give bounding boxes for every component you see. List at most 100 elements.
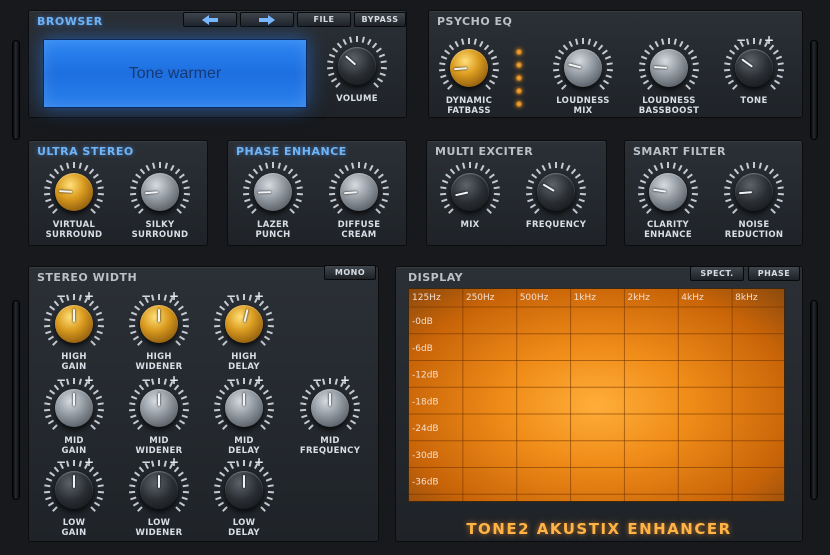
knob-dial[interactable]: [723, 161, 785, 223]
mid-delay-knob[interactable]: − + MID DELAY: [213, 373, 275, 456]
knob-cap[interactable]: [564, 49, 602, 87]
tone-knob[interactable]: − + TONE: [723, 34, 785, 106]
browser-panel: BROWSER FILE BYPASS Tone warmer VOLUME: [28, 10, 407, 118]
knob-pointer: [343, 191, 358, 195]
loudness-mix-knob[interactable]: LOUDNESS MIX: [552, 37, 614, 116]
noise-reduction-knob[interactable]: NOISE REDUCTION: [723, 161, 785, 240]
virtual-surround-knob[interactable]: VIRTUAL SURROUND: [43, 161, 105, 240]
knob-cap[interactable]: [140, 305, 178, 343]
knob-dial[interactable]: [242, 161, 304, 223]
clarity-enhance-knob[interactable]: CLARITY ENHANCE: [637, 161, 699, 240]
knob-cap[interactable]: [537, 173, 575, 211]
mid-frequency-knob[interactable]: − + MID FREQUENCY: [299, 373, 361, 456]
knob-cap[interactable]: [141, 173, 179, 211]
file-button[interactable]: FILE: [297, 12, 351, 27]
knob-cap[interactable]: [225, 389, 263, 427]
knob-dial[interactable]: [129, 161, 191, 223]
knob-dial[interactable]: − +: [43, 290, 105, 355]
low-delay-knob[interactable]: − + LOW DELAY: [213, 456, 275, 538]
knob-dial[interactable]: − +: [43, 456, 105, 521]
phase-button[interactable]: PHASE: [748, 266, 800, 281]
volume-knob[interactable]: VOLUME: [326, 35, 388, 104]
silky-surround-knob[interactable]: SILKY SURROUND: [129, 161, 191, 240]
knob-label-line2: WIDENER: [135, 362, 183, 372]
knob-dial[interactable]: − +: [299, 373, 361, 439]
prev-preset-button[interactable]: [183, 12, 237, 27]
knob-dial[interactable]: − +: [128, 374, 190, 439]
mid-gain-knob[interactable]: − + MID GAIN: [43, 373, 105, 456]
knob-pointer: [243, 475, 245, 488]
exciter-mix-knob[interactable]: MIX: [439, 161, 501, 230]
low-widener-knob[interactable]: − + LOW WIDENER: [128, 456, 190, 538]
knob-cap[interactable]: [735, 173, 773, 211]
plus-icon: +: [339, 373, 350, 387]
knob-cap[interactable]: [140, 389, 178, 427]
knob-dial[interactable]: − +: [213, 290, 275, 355]
knob-dial[interactable]: − +: [213, 456, 275, 521]
knob-cap[interactable]: [55, 305, 93, 343]
knob-cap[interactable]: [649, 173, 687, 211]
knob-label-line2: GAIN: [61, 528, 87, 538]
knob-cap[interactable]: [140, 471, 178, 509]
knob-dial[interactable]: − +: [128, 456, 190, 521]
minus-icon: −: [141, 289, 152, 303]
freq-label: 250Hz: [466, 293, 495, 303]
knob-cap[interactable]: [311, 389, 349, 427]
knob-pointer: [158, 475, 160, 488]
dynamic-fatbass-knob[interactable]: DYNAMIC FATBASS: [438, 37, 500, 116]
knob-dial[interactable]: [438, 37, 500, 99]
knob-cap[interactable]: [225, 305, 263, 343]
knob-cap[interactable]: [55, 389, 93, 427]
bypass-button[interactable]: BYPASS: [354, 12, 406, 27]
knob-dial[interactable]: − +: [128, 289, 190, 355]
knob-cap[interactable]: [225, 471, 263, 509]
freq-label: 125Hz: [412, 293, 441, 303]
freq-label: 4kHz: [681, 293, 704, 303]
db-label: -36dB: [412, 478, 439, 488]
knob-dial[interactable]: [326, 35, 388, 97]
ultra-stereo-title: ULTRA STEREO: [37, 145, 134, 158]
knob-cap[interactable]: [254, 173, 292, 211]
lazer-punch-knob[interactable]: LAZER PUNCH: [242, 161, 304, 240]
left-rail-bottom: [12, 300, 20, 500]
knob-cap[interactable]: [451, 173, 489, 211]
knob-cap[interactable]: [55, 173, 93, 211]
plus-icon: +: [253, 373, 264, 387]
knob-label-line2: BASSBOOST: [638, 106, 700, 116]
knob-cap[interactable]: [338, 47, 376, 85]
knob-dial[interactable]: − +: [723, 34, 785, 99]
spectrum-display[interactable]: 125Hz 250Hz 500Hz 1kHz 2kHz 4kHz 8kHz -0dB -6dB -…: [408, 288, 785, 502]
preset-name-display[interactable]: Tone warmer: [43, 39, 307, 108]
mid-widener-knob[interactable]: − + MID WIDENER: [128, 374, 190, 456]
mono-button[interactable]: MONO: [324, 265, 376, 280]
knob-label-line2: WIDENER: [135, 528, 183, 538]
knob-dial[interactable]: [552, 37, 614, 99]
knob-dial[interactable]: [638, 37, 700, 99]
exciter-frequency-knob[interactable]: FREQUENCY: [525, 161, 587, 230]
spect-button[interactable]: SPECT.: [690, 266, 744, 281]
knob-dial[interactable]: [328, 161, 390, 223]
knob-dial[interactable]: [439, 161, 501, 223]
high-gain-knob[interactable]: − + HIGH GAIN: [43, 290, 105, 372]
phase-enhance-panel: PHASE ENHANCE LAZER PUNCH DIFFUSE CREAM: [227, 140, 407, 246]
knob-cap[interactable]: [735, 49, 773, 87]
low-gain-knob[interactable]: − + LOW GAIN: [43, 456, 105, 538]
loudness-bassboost-knob[interactable]: LOUDNESS BASSBOOST: [638, 37, 700, 116]
knob-cap[interactable]: [55, 471, 93, 509]
knob-cap[interactable]: [650, 49, 688, 87]
knob-cap[interactable]: [340, 173, 378, 211]
brand-logo: TONE2 AKUSTIX ENHANCER: [466, 520, 732, 538]
high-widener-knob[interactable]: − + HIGH WIDENER: [128, 289, 190, 372]
knob-label-line2: FREQUENCY: [299, 446, 361, 456]
knob-dial[interactable]: [525, 161, 587, 223]
knob-dial[interactable]: − +: [43, 373, 105, 439]
high-delay-knob[interactable]: − + HIGH DELAY: [213, 290, 275, 372]
knob-dial[interactable]: [637, 161, 699, 223]
knob-dial[interactable]: − +: [213, 373, 275, 439]
knob-cap[interactable]: [450, 49, 488, 87]
diffuse-cream-knob[interactable]: DIFFUSE CREAM: [328, 161, 390, 240]
next-preset-button[interactable]: [240, 12, 294, 27]
knob-dial[interactable]: [43, 161, 105, 223]
browser-title: BROWSER: [37, 15, 103, 28]
plus-icon: +: [83, 373, 94, 387]
